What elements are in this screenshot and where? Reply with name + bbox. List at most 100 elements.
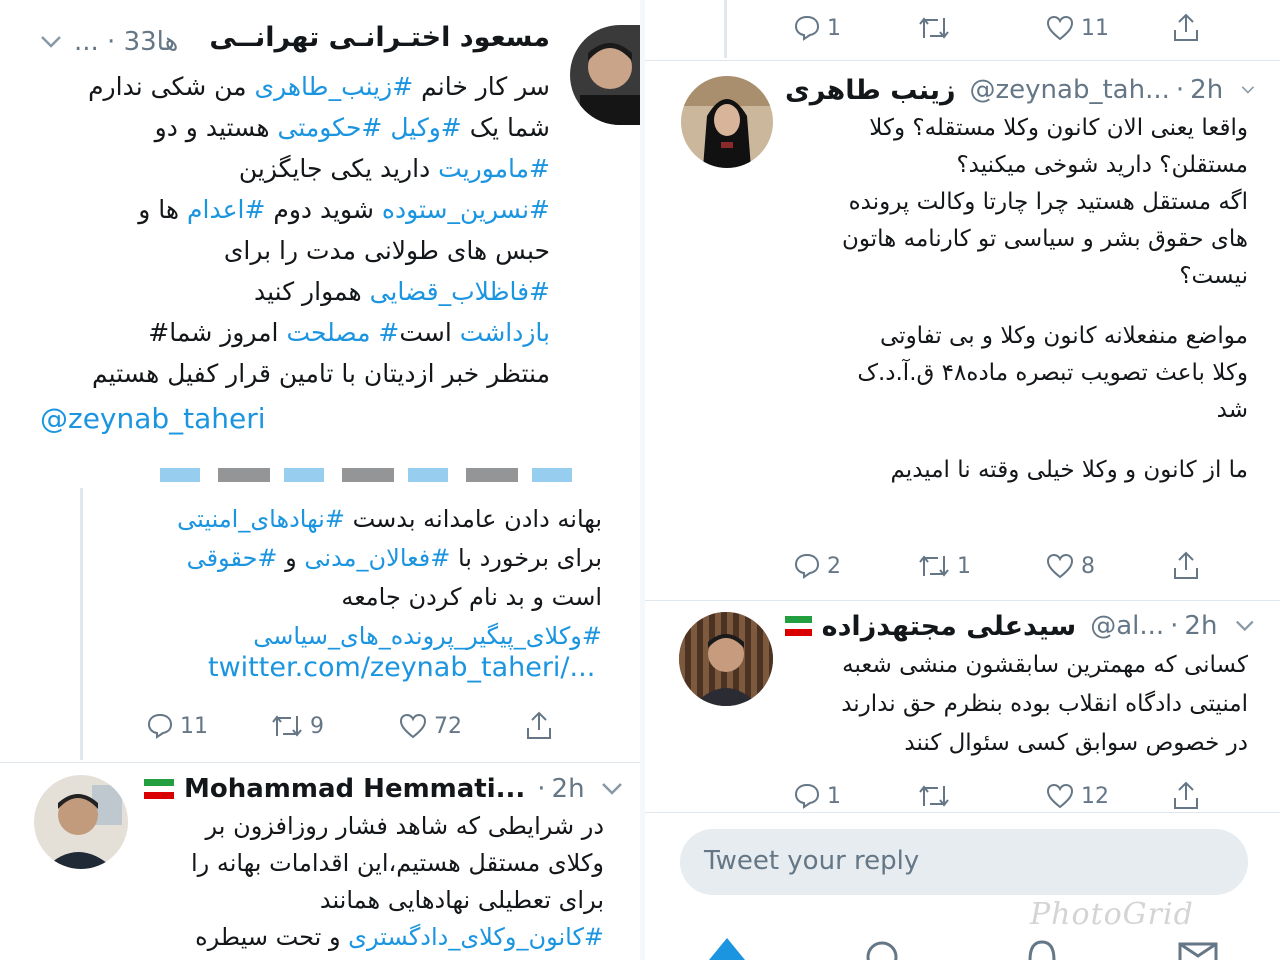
share-button[interactable] (524, 710, 554, 742)
tweet-line: #وکلای_پیگیر_پرونده_های_سیاسی (122, 617, 602, 656)
hashtag-link[interactable]: # مصلحت (286, 318, 399, 347)
hashtag-link[interactable]: #نهادهای_امنیتی (177, 505, 345, 533)
hashtag-link[interactable]: #حکومتی (277, 113, 382, 142)
tweet-author-name[interactable]: زینب طاهری (785, 75, 956, 106)
like-count: 8 (1081, 553, 1095, 579)
tweet-link[interactable]: twitter.com/zeynab_taheri/... (208, 652, 595, 683)
messages-icon[interactable] (1177, 940, 1219, 960)
tweet-text-segment: سر کار خانم (413, 72, 550, 101)
tweet-text: کسانی که مهمترین سابقشون منشی شعبه امنیتی… (778, 646, 1248, 763)
like-button[interactable]: 12 (1045, 782, 1109, 810)
tweet-text-segment: و تحت سیطره (195, 923, 349, 951)
tweet-text-segment: برای برخورد با (450, 544, 602, 572)
divider (645, 600, 1280, 601)
notifications-icon[interactable] (1023, 938, 1061, 960)
tweet-text-segment: منتظر خبر ازدیتان با تامین قرار کفیل هست… (92, 359, 550, 388)
reply-count: 1 (827, 783, 841, 809)
search-icon[interactable] (863, 938, 901, 960)
hashtag-link[interactable]: #ماموریت (438, 154, 550, 183)
like-button[interactable]: 11 (1045, 14, 1109, 42)
hashtag-link[interactable]: #زینب_طاهری (255, 72, 414, 101)
avatar-masoud[interactable] (570, 25, 640, 125)
hashtag-link[interactable]: #فاظلاب_قضایی (370, 277, 550, 306)
like-button[interactable]: 8 (1045, 552, 1095, 580)
tweet-text-segment: دارید یکی جایگزین (238, 154, 439, 183)
like-button[interactable]: 72 (398, 712, 462, 740)
avatar-seyedali[interactable] (679, 612, 773, 706)
hashtag-link[interactable]: #حقوقی (187, 544, 278, 572)
share-icon (1174, 13, 1198, 41)
tweet-author-name[interactable]: مسعود اختـرانـی تهرانــی (209, 22, 550, 53)
right-screenshot: 1 11 زینب طاهری @zeynab_tah... · 2h واقع… (645, 0, 1280, 960)
retweet-button[interactable] (917, 14, 951, 42)
retweet-button[interactable] (917, 782, 951, 810)
home-icon[interactable] (705, 934, 749, 960)
tweet-line (778, 295, 1248, 318)
tweet-line: وکلا باعث تصویب تبصره ماده۴۸ ق.آ.د.ک (857, 360, 1248, 386)
retweet-button[interactable]: 9 (270, 712, 324, 740)
share-button[interactable] (1171, 550, 1201, 582)
hashtag-link[interactable]: #وکیل (390, 113, 461, 142)
hashtag-link[interactable]: بازداشت (460, 318, 550, 347)
retweet-button[interactable]: 1 (917, 552, 971, 580)
tweet-line (778, 429, 1248, 452)
reply-button[interactable]: 2 (793, 552, 841, 580)
tweet-text-segment: برای تعطیلی نهادهایی همانند (319, 886, 604, 914)
tweet-text-segment: شوید دوم (265, 195, 382, 224)
tweet-line: اگه مستقل هستید چرا چارتا وکالت پرونده (848, 189, 1248, 215)
hashtag-link[interactable]: #نسرین_ستوده (382, 195, 550, 224)
tweet-text-segment: در شرایطی که شاهد فشار روزافزون بر (205, 812, 604, 840)
tweet-handle[interactable]: @al... (1090, 611, 1164, 641)
tweet-text-segment: است (399, 318, 460, 347)
heart-icon (1046, 553, 1074, 579)
hashtag-link[interactable]: #فعالان_مدنی (304, 544, 450, 572)
chevron-down-icon[interactable] (1235, 619, 1255, 633)
share-icon (1174, 551, 1198, 579)
tweet-handle[interactable]: @zeynab_tah... (970, 75, 1170, 105)
like-count: 72 (434, 713, 462, 739)
tweet-text-segment: من شکی ندارم (88, 72, 255, 101)
mention-link[interactable]: @zeynab_taheri (40, 402, 266, 435)
thread-line (80, 488, 83, 760)
tweet-author-name[interactable]: Mohammad Hemmati... (184, 774, 525, 804)
tweet-time: 2h (1184, 611, 1218, 641)
tweet-line: سر کار خانم #زینب_طاهری من شکی ندارم (30, 66, 550, 107)
retweet-icon (919, 17, 949, 39)
hashtag-link[interactable]: #وکلای_پیگیر_پرونده_های_سیاسی (253, 622, 602, 650)
tweet-line: #ماموریت دارید یکی جایگزین (30, 148, 550, 189)
avatar-zeynab[interactable] (681, 76, 773, 168)
tweet-author-name[interactable]: سیدعلی مجتهدزاده (822, 611, 1077, 642)
reply-count: 11 (180, 713, 208, 739)
reply-button[interactable]: 1 (793, 782, 841, 810)
retweet-count: 9 (310, 713, 324, 739)
tweet-text-segment: ها و (138, 195, 188, 224)
tweet-line: بهانه دادن عامدانه بدست #نهادهای_امنیتی (122, 500, 602, 539)
left-screenshot: مسعود اختـرانـی تهرانــی ... · 33ها سر ک… (0, 0, 640, 960)
hashtag-link[interactable]: #کانون_وکلای_دادگستری (348, 923, 604, 951)
tweet-line: حبس های طولانی مدت را برای (30, 230, 550, 271)
tweet-text-segment: بهانه دادن عامدانه بدست (344, 505, 602, 533)
chevron-down-icon[interactable] (601, 782, 623, 796)
tweet-text-segment: و (277, 544, 305, 572)
thread-line (724, 0, 727, 58)
share-button[interactable] (1171, 12, 1201, 44)
avatar-mohammad[interactable] (34, 775, 128, 869)
reply-count: 2 (827, 553, 841, 579)
retweet-icon (919, 785, 949, 807)
tweet-text-segment: است و بد نام کردن جامعه (341, 583, 602, 611)
reply-input[interactable]: Tweet your reply (680, 829, 1248, 895)
heart-icon (399, 713, 427, 739)
chevron-down-icon[interactable] (1241, 83, 1255, 97)
retweet-count: 1 (957, 553, 971, 579)
reply-button[interactable]: 1 (793, 14, 841, 42)
tweet-text-segment: امروز شما# (148, 318, 287, 347)
tweet-line: بازداشت است# مصلحت امروز شما# (30, 312, 550, 353)
reply-button[interactable]: 11 (146, 712, 208, 740)
cropped-text-fragment (160, 468, 580, 482)
tweet-time: 2h (1190, 75, 1224, 105)
hashtag-link[interactable]: #اعدام (187, 195, 265, 224)
divider (0, 762, 640, 763)
chevron-down-icon[interactable] (40, 35, 62, 49)
share-button[interactable] (1171, 780, 1201, 812)
tweet-line: کسانی که مهمترین سابقشون منشی شعبه (842, 652, 1248, 678)
